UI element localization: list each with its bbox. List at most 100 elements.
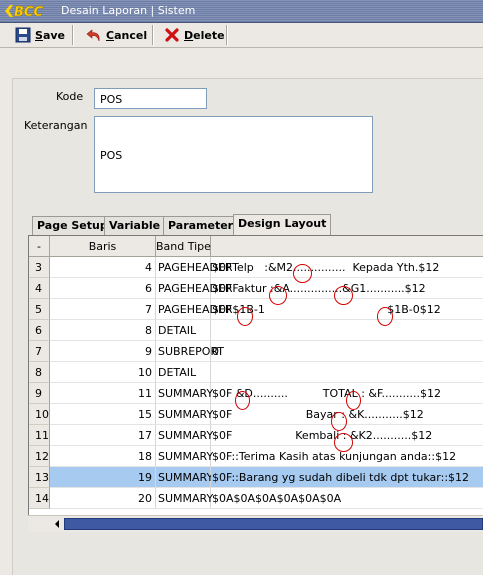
band-tipe-cell[interactable]: DETAIL (156, 362, 211, 383)
save-button[interactable]: Save (15, 25, 65, 45)
table-row[interactable]: 4 6 PAGEHEADER $0FFaktur :&A...............… (29, 278, 483, 299)
table-row[interactable]: 10 15 SUMMARY $0F Bayar : &K...........$12 (29, 404, 483, 425)
band-tipe-cell[interactable]: PAGEHEADER (156, 299, 233, 320)
annotation-circle (346, 391, 361, 410)
layout-text-cell[interactable]: $0F::Barang yg sudah dibeli tdk dpt tuka… (211, 467, 483, 488)
baris-cell[interactable]: 7 (50, 299, 156, 320)
table-row[interactable]: 12 18 SUMMARY $0F::Terima Kasih atas kunjun… (29, 446, 483, 467)
title-bar: BCC Desain Laporan | Sistem (0, 0, 483, 23)
row-number-cell: 5 (29, 299, 50, 320)
horizontal-scrollbar[interactable] (28, 515, 483, 532)
row-number-cell: 12 (29, 446, 50, 467)
band-tipe-column-header[interactable]: Band Tipe (156, 236, 211, 257)
row-number-cell: 7 (29, 341, 50, 362)
baris-cell[interactable]: 9 (50, 341, 156, 362)
baris-cell[interactable]: 8 (50, 320, 156, 341)
band-tipe-cell[interactable]: PAGEHEADER (156, 257, 233, 278)
table-row[interactable]: 6 8 DETAIL (29, 320, 483, 341)
annotation-circle (293, 264, 312, 283)
baris-cell[interactable]: 20 (50, 488, 156, 509)
table-row[interactable]: 3 4 PAGEHEADER $0FTelp :&M2............... … (29, 257, 483, 278)
band-tipe-cell[interactable]: SUMMARY (156, 404, 213, 425)
band-tipe-cell[interactable]: SUMMARY (156, 383, 213, 404)
annotation-circle (269, 286, 287, 305)
keterangan-label: Keterangan (24, 119, 88, 132)
table-row[interactable]: 7 9 SUBREPORT 0 (29, 341, 483, 362)
delete-x-icon (165, 28, 179, 42)
band-tipe-cell[interactable]: SUBREPORT (156, 341, 224, 362)
annotation-circle (334, 286, 353, 305)
annotation-circle (334, 433, 353, 452)
save-mnemonic: S (35, 28, 43, 42)
layout-text-cell[interactable]: $0FTelp :&M2............... Kepada Yth.$… (211, 257, 483, 278)
floppy-disk-icon (15, 27, 31, 43)
cancel-mnemonic: C (106, 28, 115, 42)
tab-parameter[interactable]: Parameter (163, 216, 239, 235)
annotation-circle (331, 412, 347, 431)
kode-label: Kode (56, 90, 84, 103)
cancel-label: ancel (114, 28, 148, 42)
baris-cell[interactable]: 10 (50, 362, 156, 383)
band-tipe-cell[interactable]: SUMMARY (156, 467, 213, 488)
toolbar-separator (152, 25, 154, 45)
kode-input[interactable]: POS (94, 88, 207, 109)
row-number-cell: 10 (29, 404, 50, 425)
band-tipe-cell[interactable]: SUMMARY (156, 446, 213, 467)
baris-cell[interactable]: 6 (50, 278, 156, 299)
layout-text-cell[interactable]: 0 (211, 341, 483, 362)
bcc-logo: BCC (5, 5, 44, 19)
baris-cell[interactable]: 11 (50, 383, 156, 404)
layout-text-cell[interactable]: $0A$0A$0A$0A$0A$0A (211, 488, 483, 509)
band-tipe-cell[interactable]: PAGEHEADER (156, 278, 233, 299)
layout-text-cell[interactable] (211, 320, 483, 341)
row-number-cell: 8 (29, 362, 50, 383)
tab-page-setup[interactable]: Page Setup (32, 216, 113, 235)
text-column-header[interactable] (211, 236, 483, 257)
layout-text-cell[interactable]: $0F Bayar : &K...........$12 (211, 404, 483, 425)
bottom-panel (28, 532, 483, 574)
table-row[interactable]: 11 17 SUMMARY $0F Kembali : &K2...........$… (29, 425, 483, 446)
scroll-left-icon[interactable] (50, 517, 64, 531)
tab-variable[interactable]: Variable (104, 216, 166, 235)
save-label: ave (42, 28, 65, 42)
header-band (0, 48, 483, 78)
row-number-cell: 3 (29, 257, 50, 278)
row-number-cell: 14 (29, 488, 50, 509)
delete-button[interactable]: Delete (164, 25, 225, 45)
toolbar: Save Cancel Delete (0, 23, 483, 48)
table-row[interactable]: 8 10 DETAIL (29, 362, 483, 383)
cancel-button[interactable]: Cancel (86, 25, 147, 45)
row-number-cell: 9 (29, 383, 50, 404)
baris-cell[interactable]: 17 (50, 425, 156, 446)
baris-cell[interactable]: 4 (50, 257, 156, 278)
rownum-header: - (29, 236, 50, 257)
delete-mnemonic: D (184, 28, 194, 42)
table-row[interactable]: 9 11 SUMMARY $0F &D.......... TOTAL : &F...… (29, 383, 483, 404)
row-number-cell: 4 (29, 278, 50, 299)
baris-column-header[interactable]: Baris (50, 236, 156, 257)
tab-design-layout[interactable]: Design Layout (233, 214, 332, 235)
keterangan-textarea[interactable]: POS (94, 116, 373, 193)
undo-arrow-icon (86, 29, 100, 42)
row-number-cell: 13 (29, 467, 50, 488)
window-title: Desain Laporan | Sistem (61, 4, 196, 17)
svg-text:BCC: BCC (14, 5, 43, 19)
band-tipe-cell[interactable]: SUMMARY (156, 425, 213, 446)
baris-cell[interactable]: 19 (50, 467, 156, 488)
toolbar-separator (72, 25, 74, 45)
design-layout-grid[interactable]: - Baris Band Tipe 3 4 PAGEHEADER $0FTelp :&… (28, 235, 483, 534)
band-tipe-cell[interactable]: DETAIL (156, 320, 211, 341)
layout-text-cell[interactable] (211, 362, 483, 383)
delete-label: elete (193, 28, 225, 42)
toolbar-separator (226, 25, 228, 45)
baris-cell[interactable]: 18 (50, 446, 156, 467)
band-tipe-cell[interactable]: SUMMARY (156, 488, 213, 509)
table-row[interactable]: 14 20 SUMMARY $0A$0A$0A$0A$0A$0A (29, 488, 483, 509)
annotation-circle (235, 391, 250, 410)
table-row[interactable]: 5 7 PAGEHEADER $0F$1B-1 $1B-0$12 (29, 299, 483, 320)
baris-cell[interactable]: 15 (50, 404, 156, 425)
row-number-cell: 6 (29, 320, 50, 341)
annotation-circle (377, 307, 393, 326)
table-row[interactable]: 13 19 SUMMARY $0F::Barang yg sudah dibeli t… (29, 467, 483, 488)
scrollbar-thumb[interactable] (64, 518, 483, 530)
